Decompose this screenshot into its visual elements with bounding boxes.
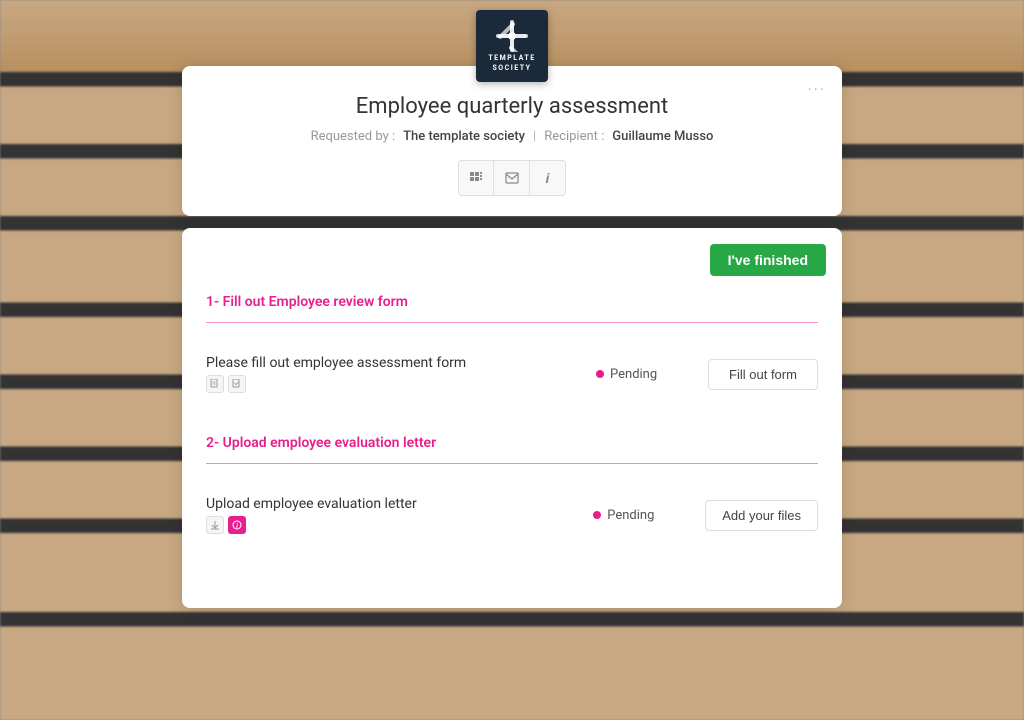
logo-line2: SOCIETY: [493, 64, 532, 72]
requested-label: Requested by :: [311, 129, 396, 144]
logo-box: TEMPLATE SOCIETY: [476, 10, 548, 82]
task-2-status-text: Pending: [607, 508, 654, 523]
task-1-action-button[interactable]: Fill out form: [708, 359, 818, 390]
section-2-number: 2-: [206, 435, 223, 451]
header-meta: Requested by : The template society | Re…: [206, 129, 818, 144]
info-icon: i: [546, 170, 550, 186]
task-2-action-button[interactable]: Add your files: [705, 500, 818, 531]
section-2-title: 2- Upload employee evaluation letter: [206, 435, 818, 451]
task-2-icon-a: [206, 516, 224, 534]
recipient-label: Recipient :: [544, 129, 604, 144]
task-2-icons: i: [206, 516, 581, 534]
page-wrapper: TEMPLATE SOCIETY ··· Employee quarterly …: [0, 0, 1024, 720]
mail-button[interactable]: [494, 160, 530, 196]
task-2-status-area: Pending: [593, 508, 693, 523]
doc-icon: [210, 379, 220, 389]
section-1-title: 1- Fill out Employee review form: [206, 294, 818, 310]
finished-button[interactable]: I've finished: [710, 244, 826, 276]
task-1-icons: [206, 375, 584, 393]
task-1-info: Please fill out employee assessment form: [206, 355, 584, 393]
grid-icon: [469, 171, 483, 185]
task-row-2: Upload employee evaluation letter i: [206, 484, 818, 546]
info-button[interactable]: i: [530, 160, 566, 196]
task-1-icon-b: [228, 375, 246, 393]
section-1-divider: [206, 322, 818, 323]
logo-container: TEMPLATE SOCIETY: [476, 10, 548, 82]
recipient-value: Guillaume Musso: [612, 129, 713, 144]
main-card: I've finished 1- Fill out Employee revie…: [182, 228, 842, 608]
task-2-icon-b: i: [228, 516, 246, 534]
mail-icon: [505, 172, 519, 184]
task-1-status-area: Pending: [596, 367, 696, 382]
section-1-label: Fill out Employee review form: [223, 294, 408, 310]
header-card: ··· Employee quarterly assessment Reques…: [182, 66, 842, 216]
menu-dots[interactable]: ···: [807, 80, 826, 99]
logo-icon: [496, 20, 528, 52]
grid-button[interactable]: [458, 160, 494, 196]
task-1-status-dot: [596, 370, 604, 378]
section-1-number: 1-: [206, 294, 223, 310]
info-small-icon: i: [232, 520, 242, 530]
task-1-icon-a: [206, 375, 224, 393]
section-2-label: Upload employee evaluation letter: [223, 435, 437, 451]
arrow-icon: [210, 520, 220, 530]
task-1-status-text: Pending: [610, 367, 657, 382]
task-1-name: Please fill out employee assessment form: [206, 355, 584, 371]
requested-value: The template society: [403, 129, 525, 144]
section-2-divider: [206, 463, 818, 464]
check-icon: [232, 379, 242, 389]
task-row-1: Please fill out employee assessment form: [206, 343, 818, 405]
meta-separator: |: [533, 129, 536, 144]
task-2-name: Upload employee evaluation letter: [206, 496, 581, 512]
task-2-status-dot: [593, 511, 601, 519]
task-2-info: Upload employee evaluation letter i: [206, 496, 581, 534]
logo-line1: TEMPLATE: [488, 54, 535, 62]
page-title: Employee quarterly assessment: [206, 94, 818, 119]
header-icons: i: [206, 160, 818, 196]
